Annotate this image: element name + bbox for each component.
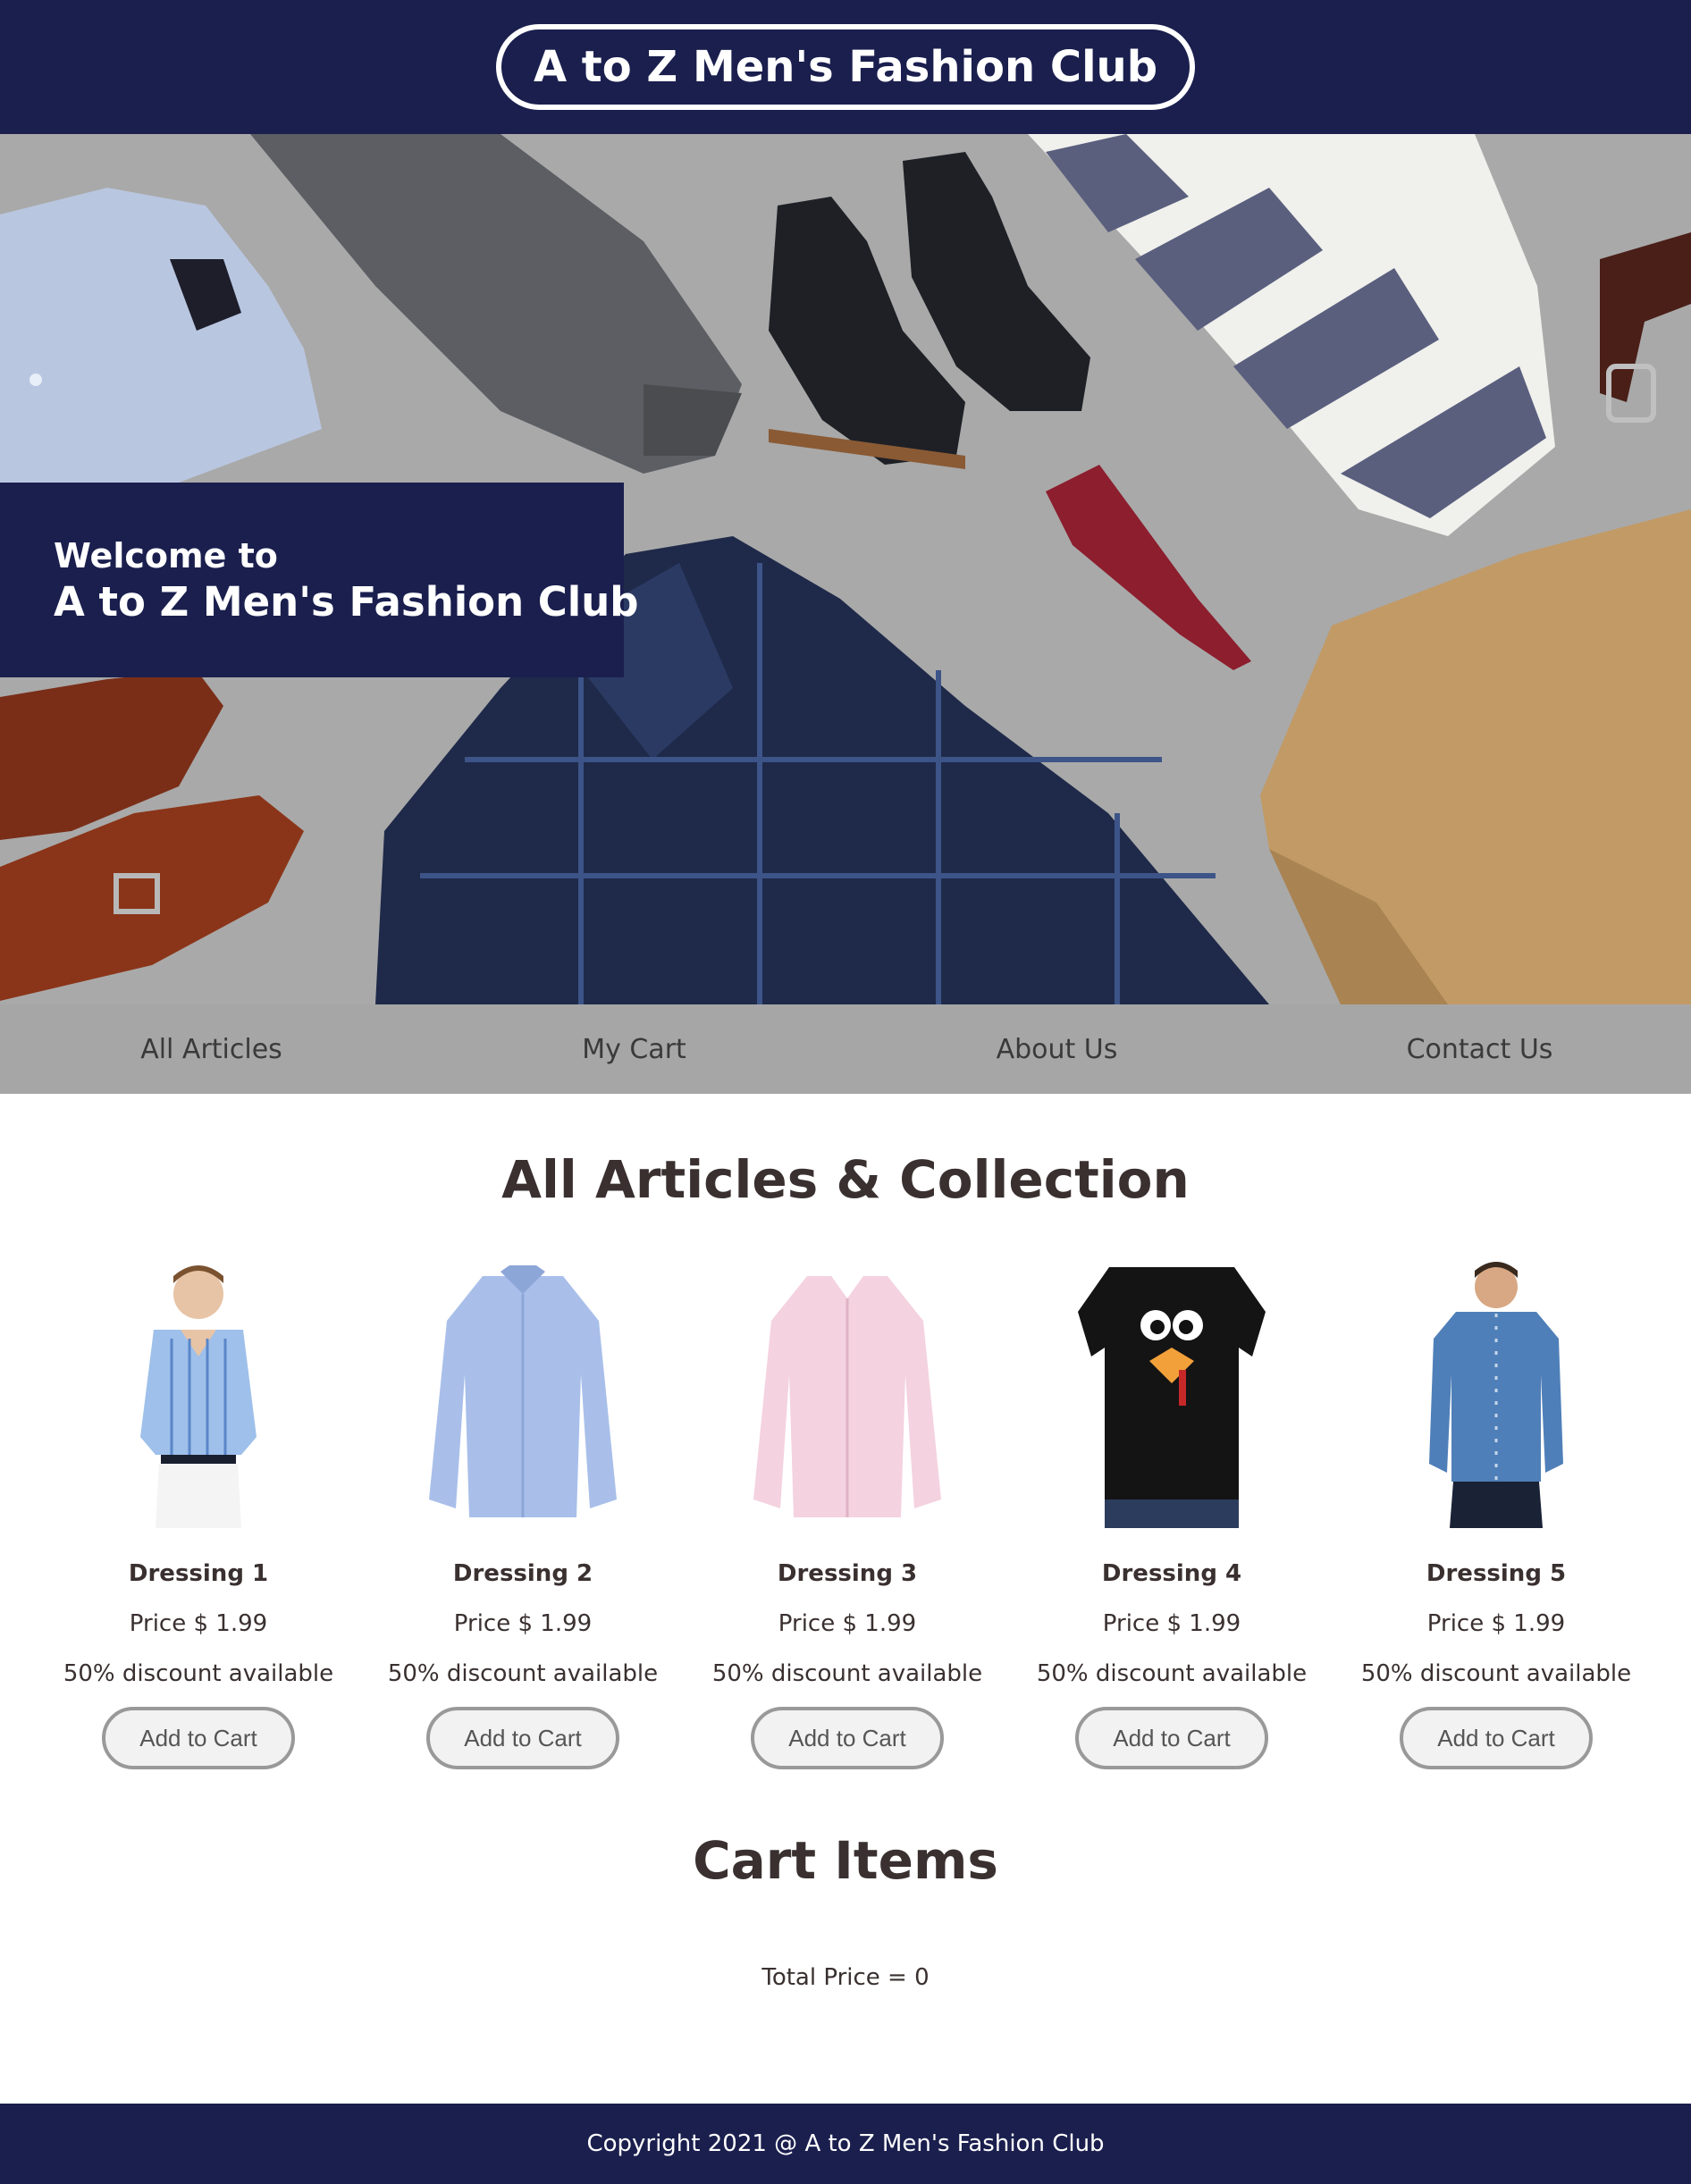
product-name: Dressing 3	[777, 1560, 918, 1587]
product-name: Dressing 5	[1426, 1560, 1567, 1587]
product-name: Dressing 1	[128, 1560, 269, 1587]
product-card: Dressing 1 Price $ 1.99 50% discount ava…	[29, 1258, 368, 1769]
site-footer: Copyright 2021 @ A to Z Men's Fashion Cl…	[0, 2104, 1691, 2184]
add-to-cart-button[interactable]: Add to Cart	[751, 1707, 944, 1769]
product-price: Price $ 1.99	[1426, 1610, 1566, 1637]
product-card: Dressing 5 Price $ 1.99 50% discount ava…	[1326, 1258, 1666, 1769]
nav-item-about-us[interactable]: About Us	[846, 1004, 1268, 1094]
product-card: Dressing 4 Price $ 1.99 50% discount ava…	[1002, 1258, 1342, 1769]
product-image-pink-shirt	[731, 1258, 963, 1528]
product-price: Price $ 1.99	[129, 1610, 268, 1637]
welcome-banner: Welcome to A to Z Men's Fashion Club	[0, 483, 639, 677]
product-card: Dressing 3 Price $ 1.99 50% discount ava…	[677, 1258, 1017, 1769]
footer-copyright: Copyright 2021 @ A to Z Men's Fashion Cl…	[586, 2130, 1105, 2157]
product-discount: 50% discount available	[1360, 1660, 1632, 1687]
product-discount: 50% discount available	[63, 1660, 334, 1687]
welcome-line-1: Welcome to	[54, 536, 278, 575]
nav-item-my-cart[interactable]: My Cart	[423, 1004, 846, 1094]
nav-item-all-articles[interactable]: All Articles	[0, 1004, 423, 1094]
product-discount: 50% discount available	[711, 1660, 983, 1687]
nav-item-contact-us[interactable]: Contact Us	[1268, 1004, 1691, 1094]
main-nav: All Articles My Cart About Us Contact Us	[0, 1004, 1691, 1094]
cart-total-price: Total Price = 0	[761, 1964, 930, 1991]
welcome-line-2: A to Z Men's Fashion Club	[54, 578, 639, 626]
add-to-cart-button[interactable]: Add to Cart	[426, 1707, 619, 1769]
product-name: Dressing 2	[452, 1560, 593, 1587]
product-price: Price $ 1.99	[778, 1610, 917, 1637]
product-discount: 50% discount available	[1036, 1660, 1308, 1687]
product-grid: Dressing 1 Price $ 1.99 50% discount ava…	[0, 1258, 1691, 1794]
product-image-light-blue-shirt	[407, 1258, 639, 1528]
add-to-cart-button[interactable]: Add to Cart	[1075, 1707, 1268, 1769]
product-card: Dressing 2 Price $ 1.99 50% discount ava…	[353, 1258, 693, 1769]
site-logo-title[interactable]: A to Z Men's Fashion Club	[495, 24, 1196, 110]
add-to-cart-button[interactable]: Add to Cart	[102, 1707, 295, 1769]
product-image-black-turkey-tshirt	[1056, 1258, 1288, 1528]
product-price: Price $ 1.99	[453, 1610, 593, 1637]
cart-section-title: Cart Items	[693, 1830, 998, 1891]
product-image-man-denim-shirt	[1380, 1258, 1612, 1528]
product-name: Dressing 4	[1101, 1560, 1242, 1587]
site-header: A to Z Men's Fashion Club	[0, 0, 1691, 134]
product-discount: 50% discount available	[387, 1660, 659, 1687]
hero-banner: Welcome to A to Z Men's Fashion Club	[0, 134, 1691, 1004]
add-to-cart-button[interactable]: Add to Cart	[1400, 1707, 1593, 1769]
product-image-man-striped-shirt	[82, 1258, 315, 1528]
product-price: Price $ 1.99	[1102, 1610, 1241, 1637]
articles-section-title: All Articles & Collection	[501, 1149, 1190, 1210]
